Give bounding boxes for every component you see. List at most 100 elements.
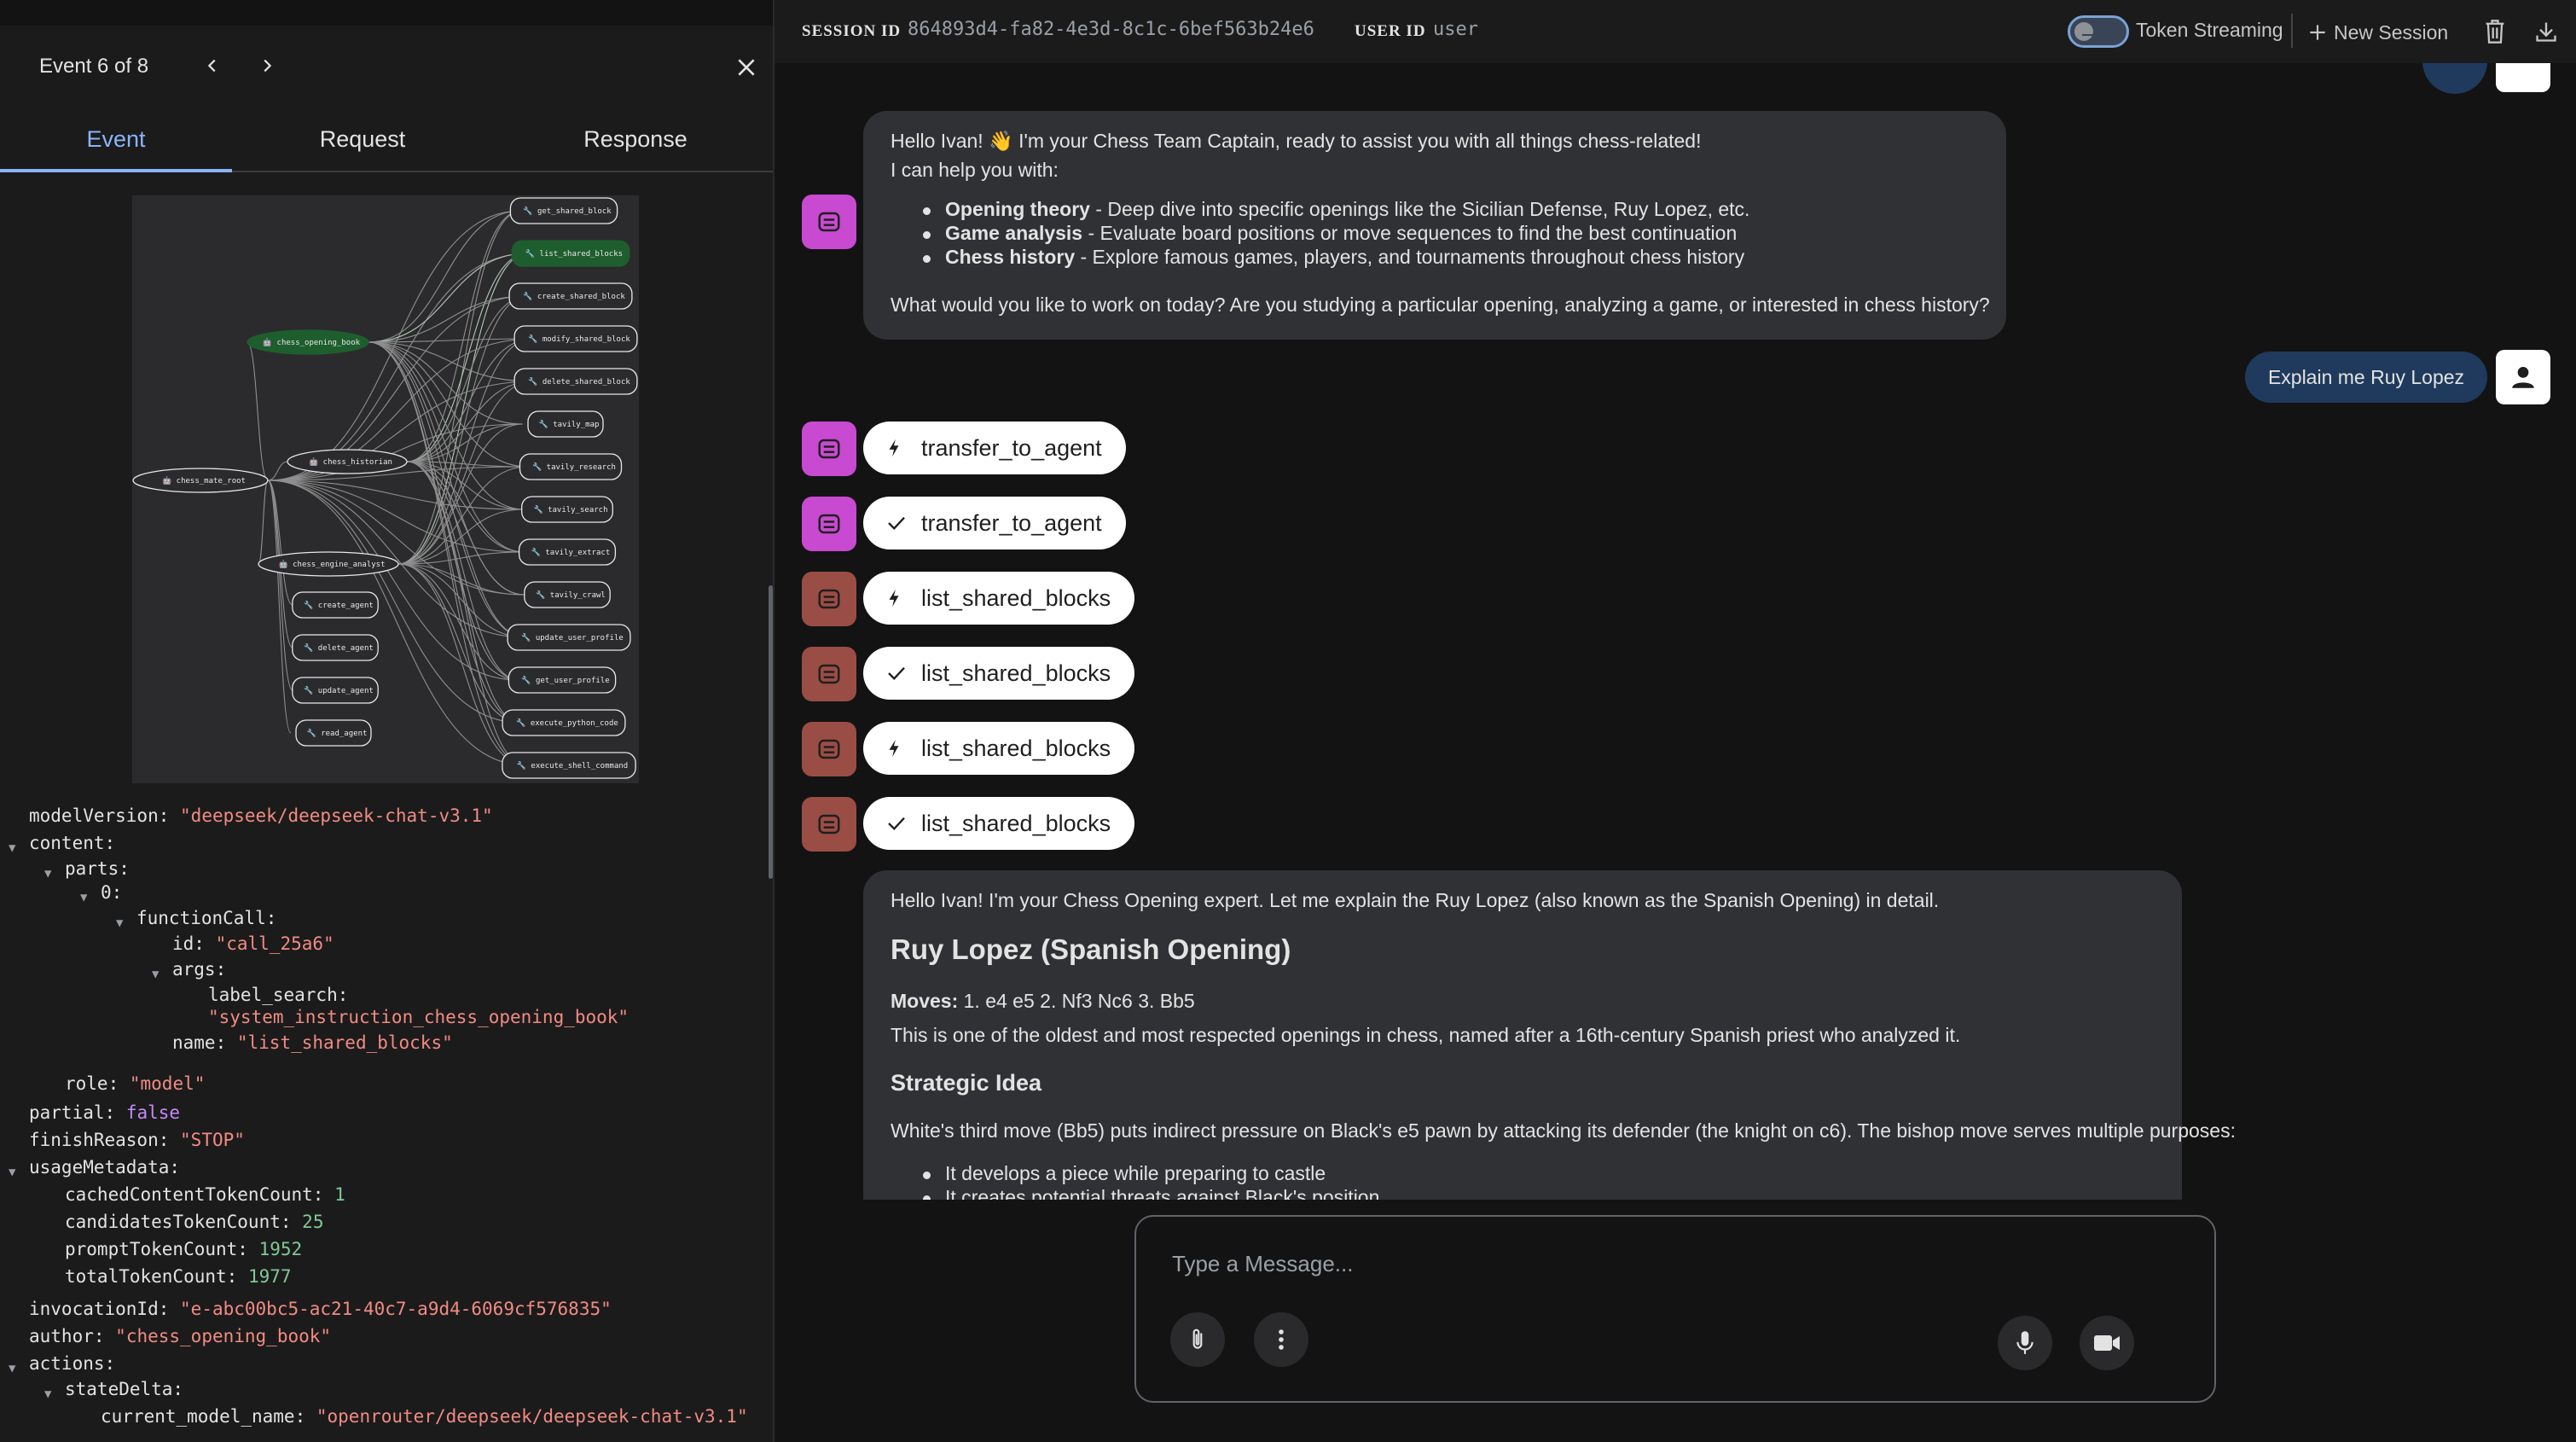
graph-node-label: 🔧 tavily_map [539, 419, 600, 429]
list-item: Opening theory - Deep dive into specific… [945, 198, 1750, 220]
check-icon [888, 516, 905, 530]
agent-message-bubble: Hello Ivan! I'm your Chess Opening exper… [863, 870, 2236, 1200]
message-text: White's third move (Bb5) puts indirect p… [891, 1119, 2236, 1142]
json-line: partial: false [29, 1102, 181, 1123]
graph-agent-node: 🤖 chess_historian [287, 449, 408, 474]
graph-tool-node: 🔧 delete_shared_block [513, 368, 638, 395]
graph-tool-node: 🔧 read_agent [295, 719, 372, 747]
json-line: stateDelta: [65, 1379, 184, 1399]
json-line: role: "model" [65, 1073, 206, 1094]
user-id-label: USER ID [1355, 22, 1426, 40]
message-text: Hello Ivan! I'm your Chess Opening exper… [891, 889, 1940, 911]
download-button[interactable] [2530, 15, 2562, 48]
panel-top-strip [0, 0, 773, 26]
bullet [923, 231, 931, 239]
collapse-triangle-icon[interactable]: ▼ [80, 884, 87, 911]
session-id-value: 864893d4-fa82-4e3d-8c1c-6bef563b24e6 [908, 19, 1314, 40]
chip-label: transfer_to_agent [921, 509, 1102, 536]
json-line: usageMetadata: [29, 1157, 181, 1177]
graph-node-label: 🔧 tavily_extract [531, 547, 610, 557]
token-streaming-toggle[interactable] [2068, 15, 2129, 48]
list-item: It develops a piece while preparing to c… [945, 1162, 1326, 1184]
bullet [923, 1195, 931, 1200]
panel-scrollbar[interactable] [769, 585, 773, 879]
message-text: What would you like to work on today? Ar… [891, 294, 1990, 316]
collapse-triangle-icon[interactable]: ▼ [9, 834, 15, 862]
collapse-triangle-icon[interactable]: ▼ [152, 961, 159, 988]
function-response-chip[interactable]: list_shared_blocks [863, 647, 1134, 700]
message-input[interactable]: Type a Message... [1172, 1251, 1353, 1277]
header-divider [2291, 14, 2293, 48]
chip-label: list_shared_blocks [921, 810, 1111, 836]
trash-icon [2486, 20, 2504, 44]
bullet [923, 207, 931, 215]
collapse-triangle-icon[interactable]: ▼ [116, 910, 123, 937]
json-line: candidatesTokenCount: 25 [65, 1212, 324, 1232]
tab-request[interactable]: Request [247, 126, 478, 153]
graph-node-label: 🤖 chess_engine_analyst [279, 559, 386, 569]
event-tabs: Event Request Response [0, 116, 773, 172]
bot-icon [818, 664, 840, 684]
graph-node-label: 🔧 get_user_profile [521, 675, 609, 685]
agent-avatar [802, 647, 856, 701]
graph-tool-node: 🔧 tavily_map [527, 410, 604, 438]
function-call-chip[interactable]: list_shared_blocks [863, 722, 1134, 775]
close-icon [738, 59, 755, 76]
microphone-button[interactable] [1998, 1316, 2052, 1370]
collapse-triangle-icon[interactable]: ▼ [44, 1381, 51, 1408]
graph-node-label: 🔧 delete_agent [304, 643, 374, 653]
video-button[interactable] [2080, 1316, 2134, 1370]
graph-node-label: 🔧 update_agent [304, 685, 374, 695]
user-message-bubble: Explain me Ruy Lopez [2245, 352, 2487, 403]
list-item: Chess history - Explore famous games, pl… [945, 246, 1745, 268]
message-text: Moves: 1. e4 e5 2. Nf3 Nc6 3. Bb5 [891, 990, 1195, 1012]
bot-icon [818, 814, 840, 834]
graph-node-label: 🔧 delete_shared_block [528, 376, 630, 387]
collapse-triangle-icon[interactable]: ▼ [9, 1159, 15, 1186]
bolt-icon [889, 589, 899, 608]
agent-avatar [802, 497, 856, 551]
graph-agent-node: 🤖 chess_mate_root [132, 468, 269, 493]
plus-icon [2310, 25, 2325, 40]
chip-label: list_shared_blocks [921, 584, 1111, 611]
graph-tool-node: 🔧 list_shared_blocks [511, 240, 630, 267]
chip-label: list_shared_blocks [921, 660, 1111, 686]
prev-event-button[interactable] [200, 53, 225, 78]
tab-response[interactable]: Response [520, 126, 751, 153]
graph-node-label: 🔧 create_agent [304, 600, 374, 610]
function-call-chip[interactable]: list_shared_blocks [863, 572, 1134, 625]
graph-node-label: 🔧 create_shared_block [523, 291, 625, 301]
graph-node-label: 🔧 update_user_profile [521, 632, 624, 643]
delete-session-button[interactable] [2479, 15, 2511, 48]
new-session-button[interactable]: New Session [2306, 15, 2448, 49]
previous-user-bubble [2422, 63, 2487, 94]
function-response-chip[interactable]: list_shared_blocks [863, 797, 1134, 850]
chip-label: transfer_to_agent [921, 434, 1102, 461]
graph-node-label: 🤖 chess_historian [309, 456, 392, 467]
collapse-triangle-icon[interactable]: ▼ [44, 860, 51, 887]
message-subheading: Strategic Idea [891, 1070, 1042, 1096]
attach-button[interactable] [1170, 1312, 1225, 1367]
message-text: Hello Ivan! 👋 I'm your Chess Team Captai… [891, 130, 1702, 152]
microphone-icon [2016, 1331, 2034, 1354]
token-streaming-label: Token Streaming [2136, 19, 2283, 41]
chip-label: list_shared_blocks [921, 735, 1111, 761]
json-line: totalTokenCount: 1977 [65, 1266, 292, 1287]
check-icon [888, 817, 905, 830]
function-call-chip[interactable]: transfer_to_agent [863, 422, 1126, 474]
json-line: args: [172, 959, 227, 980]
function-response-chip[interactable]: transfer_to_agent [863, 497, 1126, 549]
list-item: It creates potential threats against Bla… [945, 1186, 1380, 1200]
graph-tool-node: 🔧 update_user_profile [507, 624, 631, 651]
close-panel-button[interactable] [732, 53, 761, 82]
more-options-button[interactable] [1254, 1312, 1308, 1367]
message-text: I can help you with: [891, 159, 1059, 181]
message-heading: Ruy Lopez (Spanish Opening) [891, 933, 1291, 965]
graph-tool-node: 🔧 tavily_research [519, 453, 623, 480]
next-event-button[interactable] [254, 53, 280, 78]
toggle-knob [2074, 22, 2094, 41]
check-icon [888, 666, 905, 680]
graph-tool-node: 🔧 delete_agent [292, 634, 379, 661]
tab-event[interactable]: Event [0, 126, 232, 153]
collapse-triangle-icon[interactable]: ▼ [9, 1355, 15, 1382]
